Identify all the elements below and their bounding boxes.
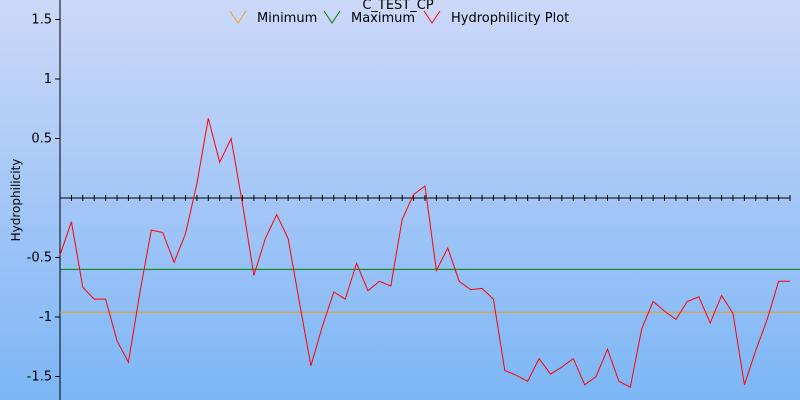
y-tick-label: 0.5	[31, 132, 52, 147]
legend: Minimum Maximum Hydrophilicity Plot	[229, 10, 569, 26]
legend-label: Minimum	[257, 11, 317, 26]
chart-canvas: C_TEST_CP Minimum Maximum Hydrophilicity P…	[0, 0, 800, 400]
y-tick-label: -0.5	[27, 251, 52, 266]
y-tick-label: -1.5	[27, 370, 52, 385]
legend-label: Maximum	[351, 11, 415, 26]
legend-label: Hydrophilicity Plot	[451, 11, 569, 26]
hydrophilicity-chart: C_TEST_CP Minimum Maximum Hydrophilicity P…	[0, 0, 800, 400]
y-tick-label: 1.5	[31, 13, 52, 28]
chart-background	[0, 0, 800, 400]
y-axis-label: Hydrophilicity	[9, 159, 23, 242]
y-tick-label: 1	[44, 72, 52, 87]
y-tick-label: -1	[39, 310, 52, 325]
